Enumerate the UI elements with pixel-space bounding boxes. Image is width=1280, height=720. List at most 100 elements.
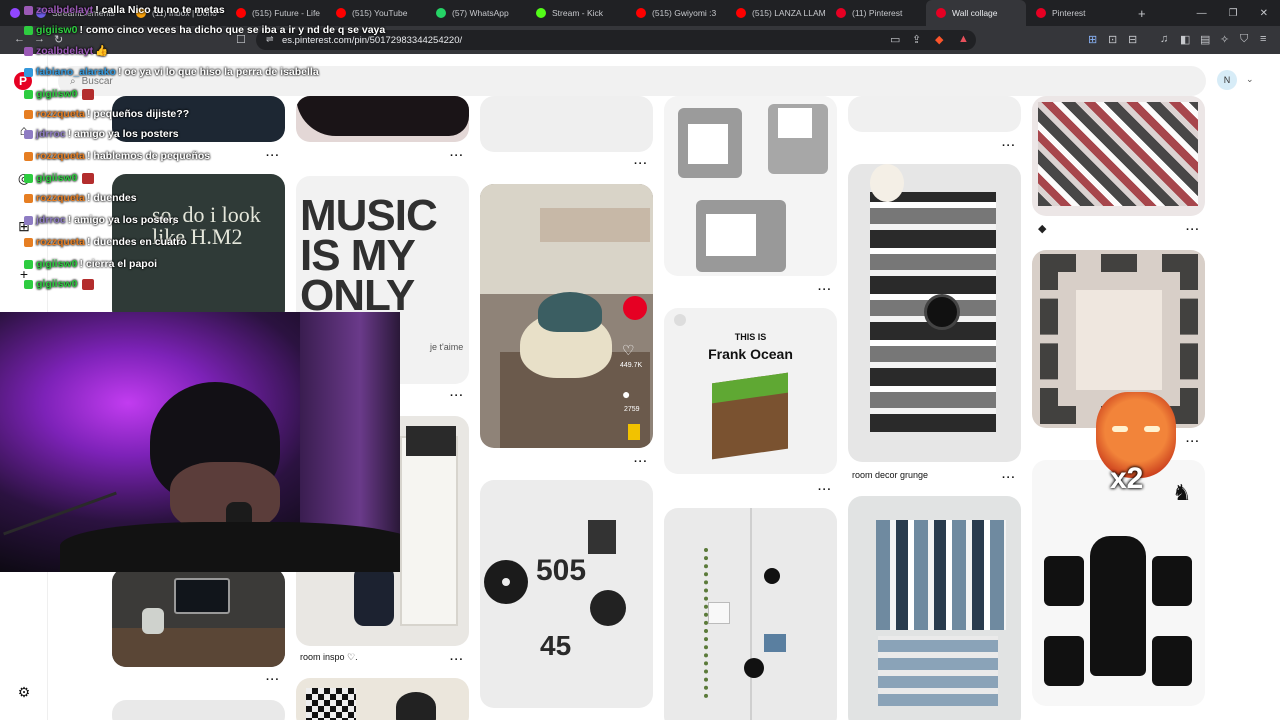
comment-icon[interactable]: ●	[622, 386, 630, 402]
brave-rewards-icon[interactable]: ▲	[958, 33, 969, 45]
chat-badge-icon	[24, 193, 33, 203]
browser-tab[interactable]: (515) YouTube	[326, 0, 426, 26]
chat-message: fabiano_alarako! oe ya vi lo que hiso la…	[24, 66, 319, 78]
pin-caption-room-inspo[interactable]: room inspo ♡.	[300, 652, 358, 663]
pin-card[interactable]	[848, 96, 1021, 132]
chat-message: gigiisw0! como cinco veces ha dicho que …	[24, 24, 385, 36]
cast-icon[interactable]: ▭	[890, 33, 900, 46]
more-options-icon[interactable]: ···	[266, 674, 280, 686]
chat-text: ! como cinco veces ha dicho que se iba a…	[79, 24, 386, 36]
emote-overlay: x2	[1088, 392, 1184, 510]
screenshot-icon[interactable]: ⊟	[1128, 33, 1137, 46]
sidebar-icon[interactable]: ◧	[1180, 33, 1190, 46]
poster-jetaime-text: je t'aime	[430, 342, 464, 352]
more-options-icon[interactable]: ···	[1002, 140, 1016, 152]
more-options-icon[interactable]: ···	[450, 390, 464, 402]
browser-tab[interactable]: Wall collage	[926, 0, 1026, 26]
minimize-icon[interactable]: —	[1197, 8, 1207, 19]
pin-card[interactable]	[296, 96, 469, 142]
pin-card[interactable]	[296, 678, 469, 720]
more-options-icon[interactable]: ···	[634, 456, 648, 468]
screen: StreamElements (11) Inbox | Dono (515) Fut…	[0, 0, 1280, 720]
chat-badge-icon	[24, 151, 33, 161]
pin-card[interactable]	[848, 164, 1021, 462]
tab-favicon-icon	[636, 8, 646, 18]
browser-tab[interactable]: (515) LANZA LLAM	[726, 0, 826, 26]
pin-card[interactable]	[112, 568, 285, 667]
chat-message: gigiisw0	[24, 278, 95, 290]
menu-icon[interactable]: ≡	[1260, 33, 1266, 45]
frank-this-is: THIS IS	[734, 332, 767, 342]
chat-username: gigiisw0	[36, 258, 78, 270]
wallet-icon[interactable]: ▤	[1200, 33, 1210, 46]
more-options-icon[interactable]: ···	[1186, 224, 1200, 236]
chat-username: jdrroc	[36, 128, 66, 140]
tab-label: Wall collage	[952, 8, 998, 18]
chat-message: rozzqueta! duendes en cuatro	[24, 236, 187, 248]
chevron-down-icon[interactable]: ⌄	[1246, 74, 1254, 85]
more-options-icon[interactable]: ···	[1186, 436, 1200, 448]
spotify-icon	[674, 314, 686, 326]
like-count: 449.7K	[620, 362, 643, 369]
chat-message: jdrroc! amigo ya los posters	[24, 128, 179, 140]
pin-card[interactable]: THIS IS Frank Ocean	[664, 308, 837, 474]
tab-label: (515) YouTube	[352, 8, 408, 18]
vpn-icon[interactable]: ⛉	[1240, 33, 1248, 46]
more-options-icon[interactable]: ···	[450, 654, 464, 666]
poster-505-text: 505	[536, 554, 587, 587]
pin-card[interactable]	[848, 496, 1021, 720]
browser-tab[interactable]	[0, 0, 26, 26]
tab-favicon-icon	[336, 8, 346, 18]
browser-tab[interactable]: (515) Gwiyomi :3	[626, 0, 726, 26]
like-icon[interactable]: ♡	[622, 342, 635, 359]
chat-message: zoalbdelayt! calla Nico tu no te metas	[24, 4, 225, 16]
pin-card[interactable]: 505 45	[480, 480, 653, 708]
new-tab-button[interactable]: +	[1126, 6, 1158, 21]
more-options-icon[interactable]: ···	[634, 158, 648, 170]
chat-username: gigiisw0	[36, 24, 78, 36]
avatar[interactable]: N	[1217, 70, 1237, 90]
extension-icon[interactable]: ⊡	[1108, 33, 1117, 46]
chat-username: rozzqueta	[36, 108, 86, 120]
tab-label: Pinterest	[1052, 8, 1086, 18]
more-options-icon[interactable]: ···	[450, 150, 464, 162]
save-icon[interactable]	[623, 296, 647, 320]
browser-tab[interactable]: (515) Future - Life	[226, 0, 326, 26]
chat-badge-icon	[24, 89, 33, 99]
chat-username: gigiisw0	[36, 88, 78, 100]
pin-card[interactable]: ♡ 449.7K ● 2759	[480, 184, 653, 448]
pin-card[interactable]	[664, 508, 837, 720]
chat-text: ! amigo ya los posters	[67, 128, 179, 140]
pin-card[interactable]	[112, 700, 285, 720]
browser-tab[interactable]: Pinterest	[1026, 0, 1126, 26]
pin-card[interactable]: so, do i look like H.M2	[112, 174, 285, 324]
tab-favicon-icon	[236, 8, 246, 18]
leo-icon[interactable]: ✧	[1220, 33, 1229, 46]
chat-message: rozzqueta! pequeños dijiste??	[24, 108, 189, 120]
chat-emote-icon	[82, 278, 95, 290]
tab-favicon-icon	[936, 8, 946, 18]
chat-message: rozzqueta! hablemos de pequeños	[24, 150, 210, 162]
browser-tab[interactable]: Stream - Kick	[526, 0, 626, 26]
close-icon[interactable]: ✕	[1260, 8, 1268, 19]
bookmark-save-icon[interactable]	[628, 424, 640, 440]
share-icon[interactable]: ⇪	[912, 33, 921, 46]
window-controls: — ❐ ✕	[1197, 8, 1280, 19]
translate-icon[interactable]: ⊞	[1088, 33, 1097, 46]
more-options-icon[interactable]: ···	[818, 284, 832, 296]
restore-icon[interactable]: ❐	[1229, 8, 1238, 19]
more-options-icon[interactable]: ···	[266, 150, 280, 162]
media-icon[interactable]: ♫	[1160, 33, 1168, 45]
webcam-feed	[0, 312, 400, 572]
brave-shield-icon[interactable]: ◆	[935, 33, 943, 46]
pin-card[interactable]	[1032, 96, 1205, 216]
settings-gear-icon[interactable]: ⚙	[14, 682, 34, 702]
browser-tab[interactable]: (11) Pinterest	[826, 0, 926, 26]
chat-username: rozzqueta	[36, 150, 86, 162]
more-options-icon[interactable]: ···	[818, 484, 832, 496]
pin-caption-room-decor-grunge[interactable]: room decor grunge	[852, 470, 928, 480]
browser-tab[interactable]: (57) WhatsApp	[426, 0, 526, 26]
pin-card[interactable]	[664, 96, 837, 276]
pin-card[interactable]	[480, 96, 653, 152]
more-options-icon[interactable]: ···	[1002, 472, 1016, 484]
